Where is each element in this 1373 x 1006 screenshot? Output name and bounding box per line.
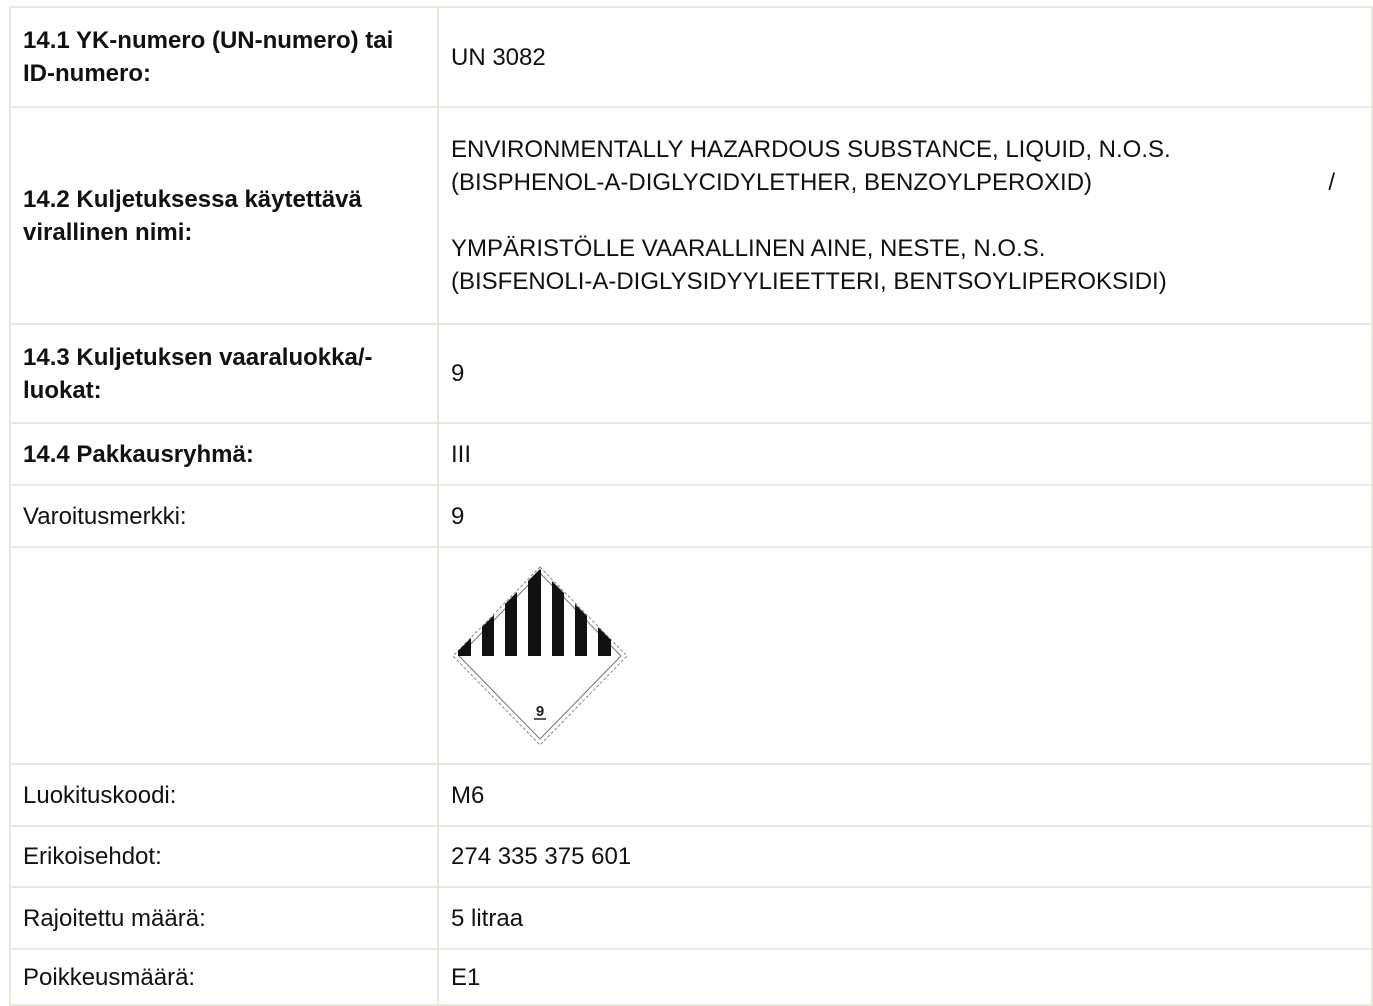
- classification-code-label: Luokituskoodi:: [9, 763, 439, 827]
- table-row: 14.4 Pakkausryhmä: III: [9, 422, 1373, 486]
- special-provisions-value: 274 335 375 601: [437, 825, 1373, 888]
- un-number-value: UN 3082: [437, 6, 1373, 108]
- pictogram-cell: 9: [437, 546, 1373, 765]
- packing-group-label: 14.4 Pakkausryhmä:: [9, 422, 439, 486]
- classification-code-value: M6: [437, 763, 1373, 827]
- warning-label-label: Varoitusmerkki:: [9, 484, 439, 548]
- table-row: Varoitusmerkki: 9: [9, 484, 1373, 548]
- table-row: Erikoisehdot: 274 335 375 601: [9, 825, 1373, 888]
- packing-group-value: III: [437, 422, 1373, 486]
- table-row: 14.2 Kuljetuksessa käytettävä virallinen…: [9, 106, 1373, 325]
- hazard-class-number: 9: [536, 703, 544, 720]
- shipping-name-fi-line-2: (BISFENOLI-A-DIGLYSIDYYLIEETTERI, BENTSO…: [451, 268, 1167, 295]
- transport-information-table: 14.1 YK-numero (UN-numero) tai ID-numero…: [9, 6, 1373, 1006]
- limited-quantity-value: 5 litraa: [437, 886, 1373, 950]
- table-row: Rajoitettu määrä: 5 litraa: [9, 886, 1373, 950]
- table-row: 14.3 Kuljetuksen vaaraluokka/-luokat: 9: [9, 323, 1373, 424]
- hazard-class-value: 9: [437, 323, 1373, 424]
- table-row: Poikkeusmäärä: E1: [9, 948, 1373, 1006]
- hazard-class-label: 14.3 Kuljetuksen vaaraluokka/-luokat:: [9, 323, 439, 424]
- excepted-quantity-label: Poikkeusmäärä:: [9, 948, 439, 1006]
- hazard-class-9-diamond-icon: 9: [452, 566, 628, 746]
- table-row: 14.1 YK-numero (UN-numero) tai ID-numero…: [9, 6, 1373, 108]
- shipping-name-en-line-1: ENVIRONMENTALLY HAZARDOUS SUBSTANCE, LIQ…: [451, 136, 1171, 163]
- table-row: 9: [9, 546, 1373, 765]
- table-row: Luokituskoodi: M6: [9, 763, 1373, 827]
- shipping-name-label: 14.2 Kuljetuksessa käytettävä virallinen…: [9, 106, 439, 325]
- excepted-quantity-value: E1: [437, 948, 1373, 1006]
- un-number-label: 14.1 YK-numero (UN-numero) tai ID-numero…: [9, 6, 439, 108]
- shipping-name-en-line-2: (BISPHENOL-A-DIGLYCIDYLETHER, BENZOYLPER…: [451, 169, 1093, 196]
- language-separator: /: [1328, 169, 1335, 196]
- shipping-name-value: ENVIRONMENTALLY HAZARDOUS SUBSTANCE, LIQ…: [437, 106, 1373, 325]
- special-provisions-label: Erikoisehdot:: [9, 825, 439, 888]
- shipping-name-fi-line-1: YMPÄRISTÖLLE VAARALLINEN AINE, NESTE, N.…: [451, 235, 1046, 262]
- pictogram-row-label: [9, 546, 439, 765]
- limited-quantity-label: Rajoitettu määrä:: [9, 886, 439, 950]
- warning-label-value: 9: [437, 484, 1373, 548]
